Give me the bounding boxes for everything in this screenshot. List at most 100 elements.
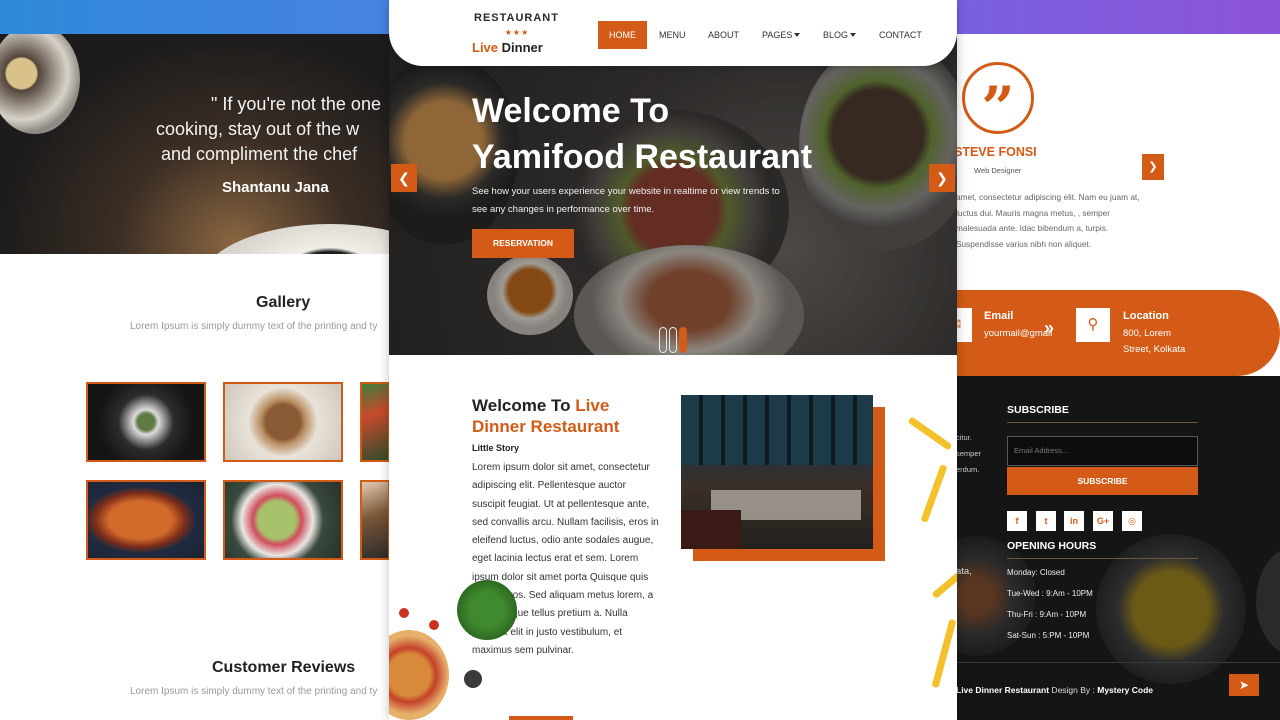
tomato-decoration	[399, 608, 409, 618]
fries-decoration	[931, 567, 957, 600]
footer-bottom-bar: Live Dinner Restaurant Design By : Myste…	[956, 662, 1280, 720]
copyright-text: Live Dinner Restaurant Design By : Myste…	[956, 685, 1153, 695]
review-text: amet, consectetur adipiscing elit. Nam e…	[956, 192, 1140, 249]
logo-stars-icon: ★★★	[504, 28, 530, 37]
nav-contact[interactable]: CONTACT	[879, 21, 922, 49]
reviews-subtitle: Lorem Ipsum is simply dummy text of the …	[130, 686, 378, 697]
fries-decoration	[920, 464, 948, 523]
center-preview-panel: Welcome To Yamifood Restaurant See how y…	[389, 0, 957, 720]
slider-indicator[interactable]	[659, 327, 667, 353]
facebook-icon[interactable]: f	[1007, 511, 1027, 531]
email-value[interactable]: yourmail@gmail	[984, 326, 1052, 342]
caret-down-icon	[850, 33, 857, 37]
quote-line: " If you're not the one	[211, 94, 381, 114]
hero-title-line: Welcome To	[472, 92, 670, 130]
nav-menu[interactable]: MENU	[659, 21, 686, 49]
left-preview-panel: " If you're not the one cooking, stay ou…	[0, 34, 390, 720]
double-chevron-icon: »	[1044, 318, 1055, 338]
about-subtitle: Little Story	[472, 443, 520, 453]
logo-word: Dinner	[501, 40, 543, 55]
tomato-decoration	[429, 620, 439, 630]
nav-about[interactable]: ABOUT	[708, 21, 739, 49]
slider-indicator-active[interactable]	[679, 327, 687, 353]
about-title-part: Welcome To	[472, 396, 576, 415]
olive-decoration	[464, 670, 482, 688]
copyright-brand: Live Dinner Restaurant	[956, 685, 1050, 695]
fries-decoration	[907, 416, 953, 451]
location-line1: 800, Lorem	[1123, 328, 1172, 339]
gallery-image-5[interactable]	[223, 480, 343, 560]
copyright-label: Design By :	[1049, 685, 1098, 695]
quote-icon: ”	[962, 62, 1034, 142]
opening-hours-title: OPENING HOURS	[1007, 540, 1097, 552]
reviewer-name: STEVE FONSI	[956, 145, 1037, 159]
footer-side-text-2: semper	[956, 449, 982, 458]
reservation-button[interactable]: RESERVATION	[472, 229, 574, 258]
copyright-author[interactable]: Mystery Code	[1097, 685, 1153, 695]
twitter-icon[interactable]: t	[1036, 511, 1056, 531]
hours-row: Sat-Sun : 5:PM - 10PM	[1007, 631, 1090, 640]
gallery-image-3[interactable]	[360, 382, 390, 462]
quote-line: cooking, stay out of the w	[156, 119, 360, 139]
quote-author: Shantanu Jana	[222, 179, 329, 196]
gallery-title: Gallery	[256, 294, 311, 311]
chevron-right-icon: ❯	[1148, 161, 1158, 173]
slider-next-button[interactable]: ❯	[929, 164, 955, 192]
slider-prev-button[interactable]: ❮	[391, 164, 417, 192]
read-more-button[interactable]	[509, 716, 573, 720]
google-plus-icon[interactable]: G+	[1093, 511, 1113, 531]
bowl-image	[0, 34, 80, 134]
right-preview-panel: ” STEVE FONSI Web Designer ❯ amet, conse…	[956, 34, 1280, 720]
gallery-image-2[interactable]	[223, 382, 343, 462]
subscribe-title: SUBSCRIBE	[1007, 404, 1069, 416]
linkedin-icon[interactable]: in	[1064, 511, 1084, 531]
location-pin-icon: ⚲	[1076, 308, 1110, 342]
hero-text: See how your users experience your websi…	[472, 186, 780, 215]
banner-quote: " If you're not the one cooking, stay ou…	[146, 92, 390, 167]
pizza-decoration	[389, 630, 449, 720]
gallery-image-1[interactable]	[86, 382, 206, 462]
hours-row: Monday: Closed	[1007, 568, 1065, 577]
nav-pages[interactable]: PAGES	[762, 21, 801, 49]
hero-title: Welcome To Yamifood Restaurant	[472, 88, 812, 180]
nav-blog[interactable]: BLOG	[823, 21, 857, 49]
interior-windows	[681, 395, 873, 465]
divider	[1007, 558, 1198, 559]
testimonial-banner: " If you're not the one cooking, stay ou…	[0, 34, 390, 254]
logo-main-text: Live Dinner	[472, 40, 543, 55]
nav-pages-label: PAGES	[762, 30, 793, 40]
footer-side-text-3: erdum.	[956, 465, 980, 474]
email-title: Email	[984, 310, 1014, 322]
reviews-title: Customer Reviews	[212, 659, 356, 676]
site-footer: citur. semper erdum. ata, SUBSCRIBE Emai…	[956, 376, 1280, 720]
plate-image	[200, 224, 390, 254]
gallery-subtitle: Lorem Ipsum is simply dummy text of the …	[130, 321, 378, 332]
footer-side-text-1: citur.	[956, 433, 972, 442]
quote-line: and compliment the chef	[161, 144, 358, 164]
caret-down-icon	[794, 33, 801, 37]
nav-blog-label: BLOG	[823, 30, 849, 40]
chevron-right-icon: ❯	[936, 170, 948, 186]
chevron-left-icon: ❮	[398, 170, 410, 186]
site-logo[interactable]: RESTAURANT ★★★ Live Dinner	[469, 10, 564, 58]
send-icon[interactable]: ➤	[1229, 674, 1259, 696]
fries-decoration	[931, 618, 957, 689]
hours-row: Thu-Fri : 9:Am - 10PM	[1007, 610, 1087, 619]
review-next-button[interactable]: ❯	[1142, 154, 1164, 180]
footer-bg-plate	[1256, 546, 1280, 656]
gallery-image-4[interactable]	[86, 480, 206, 560]
gallery-image-6[interactable]	[360, 480, 390, 560]
hero-title-line: Yamifood Restaurant	[472, 138, 813, 176]
interior-chair	[681, 510, 741, 549]
nav-home[interactable]: HOME	[598, 21, 647, 49]
slider-indicator[interactable]	[669, 327, 677, 353]
email-icon: ✉	[956, 308, 972, 342]
basil-decoration	[457, 580, 517, 640]
subscribe-button[interactable]: SUBSCRIBE	[1007, 467, 1198, 495]
subscribe-email-input[interactable]: Email Address...	[1007, 436, 1198, 466]
footer-side-text-4: ata,	[956, 566, 972, 577]
contact-bar: ✉ Email yourmail@gmail » ⚲ Location 800,…	[956, 290, 1280, 376]
location-line2: Street, Kolkata	[1123, 344, 1186, 355]
navbar: RESTAURANT ★★★ Live Dinner HOME MENU ABO…	[389, 0, 957, 66]
instagram-icon[interactable]: ◎	[1122, 511, 1142, 531]
